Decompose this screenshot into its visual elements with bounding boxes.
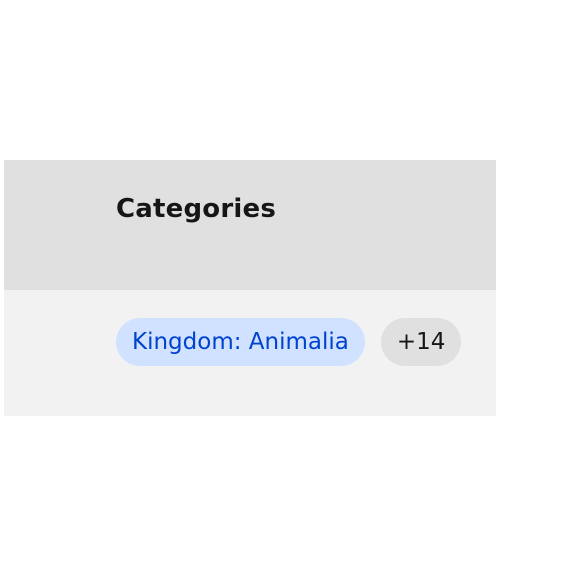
table-header-row: Categories (4, 160, 496, 290)
category-tag: Kingdom: Animalia (116, 318, 365, 366)
table-row: Kingdom: Animalia +14 (4, 290, 496, 416)
categories-cell: Kingdom: Animalia +14 (116, 318, 462, 366)
column-header-categories: Categories (116, 194, 277, 224)
data-table: Categories Kingdom: Animalia +14 (4, 160, 496, 416)
overflow-tag-count[interactable]: +14 (380, 318, 462, 366)
